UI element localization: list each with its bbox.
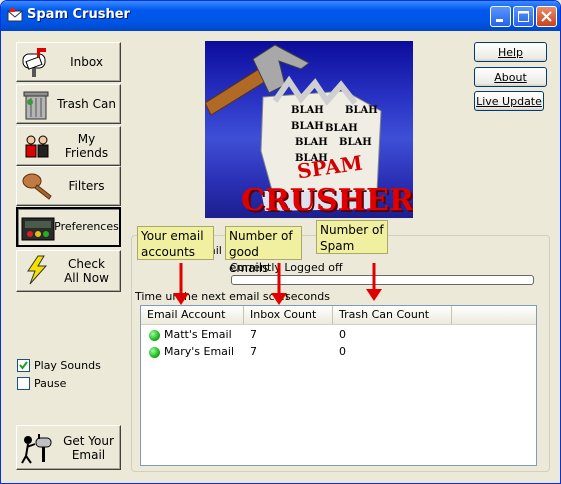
- nav-inbox-label: Inbox: [70, 55, 103, 69]
- blah-text-2: BLAH: [345, 105, 378, 116]
- pause-checkbox[interactable]: [17, 377, 30, 390]
- checkmark-icon: [19, 361, 28, 370]
- nav-preferences-label: Preferences: [54, 220, 119, 233]
- account-status-icon: [149, 330, 160, 341]
- close-button[interactable]: [536, 6, 557, 27]
- scan-timer-seconds: seconds: [285, 290, 330, 303]
- blah-text-6: BLAH: [339, 137, 372, 148]
- annotation-good-emails: Number of good emails: [225, 226, 302, 275]
- arrow-down-icon: [366, 263, 382, 301]
- crusher-text: CRUSHER: [241, 183, 413, 218]
- minimize-icon: [496, 19, 503, 22]
- nav-trash-label: Trash Can: [57, 97, 116, 111]
- table-row[interactable]: Mary's Email 7 0: [141, 344, 536, 361]
- annotation-email-accounts: Your email accounts: [137, 226, 214, 260]
- column-header-inbox[interactable]: Inbox Count: [244, 306, 333, 324]
- help-button[interactable]: Help: [474, 42, 547, 62]
- preferences-panel-icon: [21, 217, 55, 241]
- nav-filters-label: Filters: [68, 179, 105, 193]
- inbox-count: 7: [250, 328, 257, 341]
- inbox-count: 7: [250, 345, 257, 358]
- trash-can-icon: [23, 91, 49, 120]
- friends-icon: [25, 135, 49, 158]
- person-at-mailbox-icon: [21, 434, 52, 464]
- table-row[interactable]: Matt's Email 7 0: [141, 327, 536, 344]
- nav-inbox-button[interactable]: Inbox: [16, 42, 121, 82]
- blah-text-1: BLAH: [291, 105, 324, 116]
- app-window: Spam Crusher Inbox Trash Can My Friends …: [0, 0, 561, 484]
- pause-label[interactable]: Pause: [34, 377, 66, 390]
- account-status-icon: [149, 347, 160, 358]
- maximize-button[interactable]: [513, 6, 534, 27]
- trash-count: 0: [339, 328, 346, 341]
- account-name: Matt's Email: [164, 328, 232, 341]
- close-icon: [541, 11, 552, 22]
- get-email-button[interactable]: Get Your Email: [16, 425, 121, 470]
- column-header-trash[interactable]: Trash Can Count: [333, 306, 452, 324]
- mailbox-icon: [22, 48, 46, 77]
- blah-text-5: BLAH: [295, 137, 328, 148]
- window-title: Spam Crusher: [27, 7, 130, 22]
- maximize-icon: [518, 11, 529, 22]
- live-update-button[interactable]: Live Update: [474, 91, 544, 111]
- nav-friends-label: My Friends: [64, 132, 109, 160]
- table-header: Email Account Inbox Count Trash Can Coun…: [141, 306, 536, 325]
- nav-preferences-button[interactable]: Preferences: [16, 207, 121, 247]
- title-bar[interactable]: Spam Crusher: [1, 1, 560, 31]
- blah-text-4: BLAH: [325, 123, 358, 134]
- minimize-button[interactable]: [490, 6, 511, 27]
- account-name: Mary's Email: [164, 345, 235, 358]
- nav-friends-button[interactable]: My Friends: [16, 126, 121, 166]
- nav-filters-button[interactable]: Filters: [16, 166, 121, 206]
- about-button[interactable]: About: [474, 67, 547, 87]
- play-sounds-checkbox[interactable]: [17, 359, 30, 372]
- annotation-spam-count: Number of Spam: [316, 220, 388, 254]
- nav-check-all-button[interactable]: Check All Now: [16, 250, 121, 292]
- lightning-icon: [27, 255, 48, 285]
- accounts-table[interactable]: Email Account Inbox Count Trash Can Coun…: [140, 305, 537, 466]
- app-icon: [7, 8, 23, 22]
- play-sounds-label[interactable]: Play Sounds: [34, 359, 101, 372]
- client-area: Inbox Trash Can My Friends Filters Prefe…: [4, 31, 557, 482]
- nav-check-all-label: Check All Now: [64, 257, 109, 285]
- get-email-label: Get Your Email: [63, 433, 114, 462]
- arrow-down-icon: [271, 263, 287, 305]
- column-header-account[interactable]: Email Account: [141, 306, 244, 324]
- arrow-down-icon: [173, 263, 189, 305]
- nav-trash-button[interactable]: Trash Can: [16, 84, 121, 124]
- trash-count: 0: [339, 345, 346, 358]
- funnel-icon: [22, 173, 52, 200]
- blah-text-3: BLAH: [291, 121, 324, 132]
- spam-crusher-logo: BLAH BLAH BLAH BLAH BLAH BLAH BLAH SPAM …: [205, 41, 413, 218]
